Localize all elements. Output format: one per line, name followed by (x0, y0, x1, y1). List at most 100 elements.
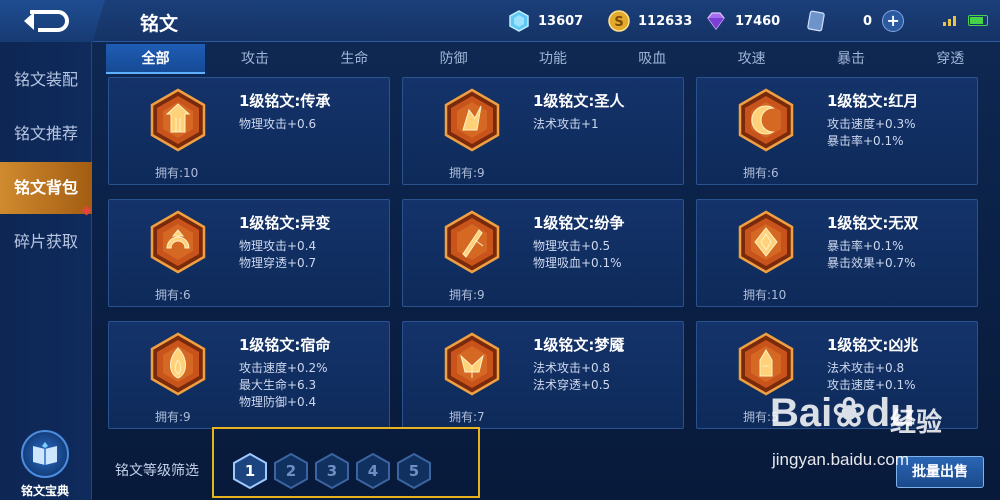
status-bar (943, 14, 988, 26)
gem-resource: 17460 (705, 10, 780, 32)
inscription-attributes: 法术攻击+0.8 攻击速度+0.1% (827, 360, 916, 394)
level-number: 5 (408, 462, 420, 480)
inscription-name: 1级铭文:圣人 (533, 92, 625, 110)
notification-dot (81, 205, 92, 216)
attribute-line: 法术攻击+1 (533, 117, 599, 131)
add-card-button[interactable]: + (882, 10, 905, 32)
attribute-line: 暴击效果+0.7% (827, 256, 916, 270)
tab-lifesteal[interactable]: 吸血 (603, 44, 702, 74)
attribute-line: 最大生命+6.3 (239, 378, 317, 392)
card-count: 0 (863, 13, 873, 29)
sidebar-item-recommend[interactable]: 铭文推荐 (0, 108, 92, 160)
attribute-line: 物理防御+0.4 (239, 395, 317, 409)
battery-icon (968, 14, 988, 26)
attribute-line: 物理攻击+0.5 (533, 239, 611, 253)
inscription-card[interactable]: 1级铭文:无双 暴击率+0.1% 暴击效果+0.7% 拥有:10 (696, 199, 978, 307)
level-number: 4 (367, 462, 379, 480)
owned-count: 拥有:6 (155, 288, 191, 302)
attribute-line: 法术攻击+0.8 (533, 361, 611, 375)
pillar-icon (150, 88, 206, 152)
level-filter-2[interactable]: 2 (273, 452, 309, 490)
inscription-card[interactable]: 1级铭文:梦魇 法术攻击+0.8 法术穿透+0.5 拥有:7 (402, 321, 684, 429)
category-tabs: 全部 攻击 生命 防御 功能 吸血 攻速 暴击 穿透 (106, 44, 1000, 74)
codex-label: 铭文宝典 (20, 484, 69, 498)
owned-count: 拥有:9 (449, 166, 485, 180)
level-number: 2 (285, 462, 297, 480)
gold-count: 112633 (638, 13, 693, 29)
inscription-attributes: 物理攻击+0.6 (239, 116, 316, 133)
inscription-name: 1级铭文:梦魇 (533, 336, 625, 354)
inscription-card[interactable]: 1级铭文:圣人 法术攻击+1 拥有:9 (402, 77, 684, 185)
level-filter-4[interactable]: 4 (355, 452, 391, 490)
card-icon (807, 10, 825, 32)
inscription-attributes: 攻击速度+0.2% 最大生命+6.3 物理防御+0.4 (239, 360, 328, 411)
inscription-card[interactable]: 1级铭文:异变 物理攻击+0.4 物理穿透+0.7 拥有:6 (108, 199, 390, 307)
diamond-resource: 13607 (508, 10, 583, 32)
level-filter-3[interactable]: 3 (314, 452, 350, 490)
attribute-line: 暴击率+0.1% (827, 134, 904, 148)
owned-count: 拥有:10 (155, 166, 199, 180)
inscription-card[interactable]: 1级铭文:纷争 物理攻击+0.5 物理吸血+0.1% 拥有:9 (402, 199, 684, 307)
sage-icon (444, 88, 500, 152)
attribute-line: 物理吸血+0.1% (533, 256, 622, 270)
tab-all[interactable]: 全部 (106, 44, 206, 74)
svg-text:S: S (614, 15, 623, 30)
tab-defense[interactable]: 防御 (404, 44, 503, 74)
book-icon (21, 430, 69, 478)
tab-attack[interactable]: 攻击 (205, 44, 304, 74)
inscription-attributes: 暴击率+0.1% 暴击效果+0.7% (827, 238, 916, 272)
inscription-card[interactable]: 1级铭文:传承 物理攻击+0.6 拥有:10 (108, 77, 390, 185)
inscription-name: 1级铭文:无双 (827, 214, 919, 232)
signal-icon (943, 14, 956, 26)
tab-penetration[interactable]: 穿透 (901, 44, 1000, 74)
crescent-moon-icon (738, 88, 794, 152)
attribute-line: 物理穿透+0.7 (239, 256, 317, 270)
owned-count: 拥有:6 (743, 166, 779, 180)
card-resource: 0 + (805, 10, 905, 32)
diamond-rune-icon (738, 210, 794, 274)
inscription-name: 1级铭文:宿命 (239, 336, 331, 354)
sword-icon (444, 210, 500, 274)
flame-icon (150, 332, 206, 396)
inscription-name: 1级铭文:凶兆 (827, 336, 919, 354)
inscription-attributes: 攻击速度+0.3% 暴击率+0.1% (827, 116, 916, 150)
attribute-line: 攻击速度+0.3% (827, 117, 916, 131)
attribute-line: 法术攻击+0.8 (827, 361, 905, 375)
owned-count: 拥有:10 (743, 288, 787, 302)
tab-critical[interactable]: 暴击 (801, 44, 900, 74)
level-filter-5[interactable]: 5 (396, 452, 432, 490)
tab-utility[interactable]: 功能 (503, 44, 602, 74)
codex-button[interactable]: 铭文宝典 (10, 430, 80, 500)
back-button[interactable] (0, 0, 105, 42)
sidebar-item-backpack[interactable]: 铭文背包 (0, 162, 92, 216)
attribute-line: 攻击速度+0.2% (239, 361, 328, 375)
gem-count: 17460 (735, 13, 781, 29)
sidebar-item-equip[interactable]: 铭文装配 (0, 54, 92, 106)
inscription-attributes: 法术攻击+1 (533, 116, 599, 133)
diamond-icon (509, 10, 529, 32)
owned-count: 拥有:9 (155, 410, 191, 424)
inscription-card[interactable]: 1级铭文:红月 攻击速度+0.3% 暴击率+0.1% 拥有:6 (696, 77, 978, 185)
inscription-name: 1级铭文:红月 (827, 92, 919, 110)
gold-coin-icon: S (608, 10, 630, 32)
nightmare-icon (444, 332, 500, 396)
mutation-icon (150, 210, 206, 274)
sidebar-item-fragments[interactable]: 碎片获取 (0, 216, 92, 268)
tab-attack-speed[interactable]: 攻速 (702, 44, 801, 74)
inscription-name: 1级铭文:传承 (239, 92, 331, 110)
page-title: 铭文 (140, 13, 179, 35)
tab-health[interactable]: 生命 (305, 44, 404, 74)
watermark: Bai❀du 经验 jingyan.baidu.com (770, 390, 980, 478)
inscription-name: 1级铭文:异变 (239, 214, 331, 232)
omen-icon (738, 332, 794, 396)
level-filter-label: 铭文等级筛选 (115, 463, 199, 479)
level-filter-1[interactable]: 1 (232, 452, 268, 490)
gem-icon (707, 12, 725, 31)
watermark-cn: 经验 (890, 408, 943, 438)
inscription-name: 1级铭文:纷争 (533, 214, 625, 232)
top-bar: 铭文 13607 S 112633 17460 0 + (0, 0, 1000, 42)
inscription-card[interactable]: 1级铭文:宿命 攻击速度+0.2% 最大生命+6.3 物理防御+0.4 拥有:9 (108, 321, 390, 429)
owned-count: 拥有:9 (449, 288, 485, 302)
inscription-attributes: 物理攻击+0.4 物理穿透+0.7 (239, 238, 316, 272)
sidebar-item-label: 铭文背包 (13, 178, 78, 197)
